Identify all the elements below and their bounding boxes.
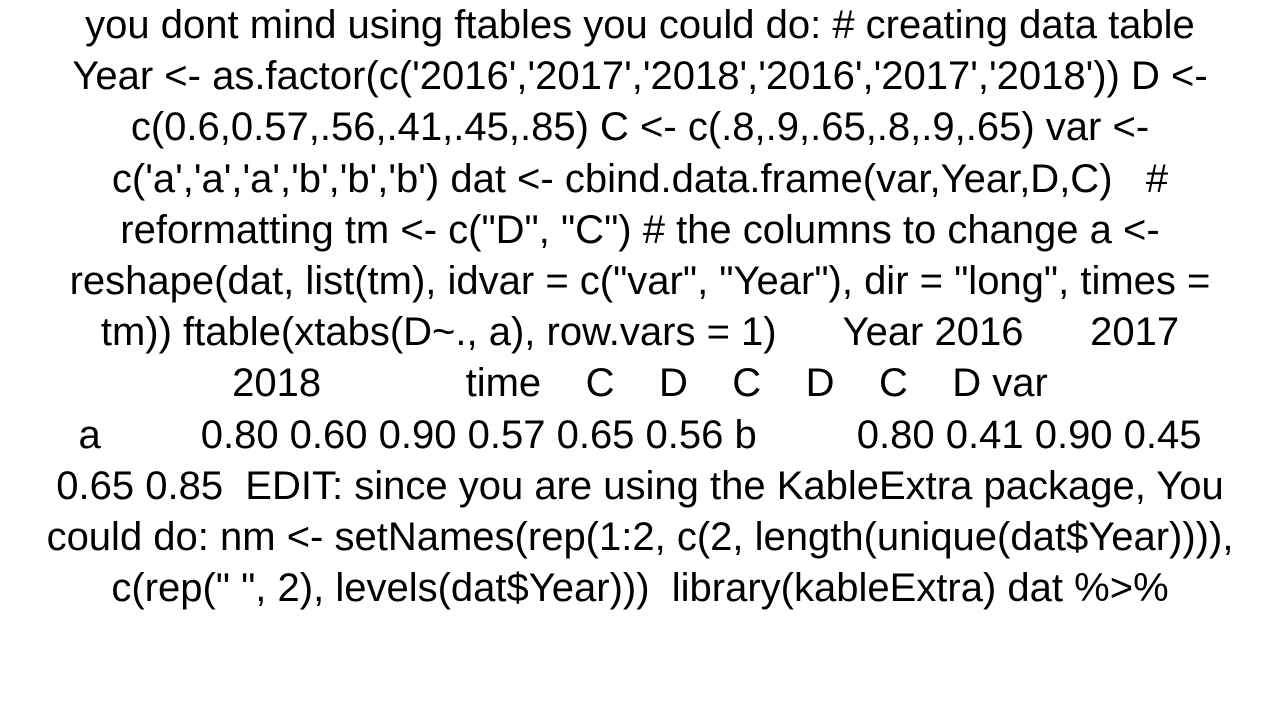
document-text: you dont mind using ftables you could do…: [0, 0, 1280, 720]
